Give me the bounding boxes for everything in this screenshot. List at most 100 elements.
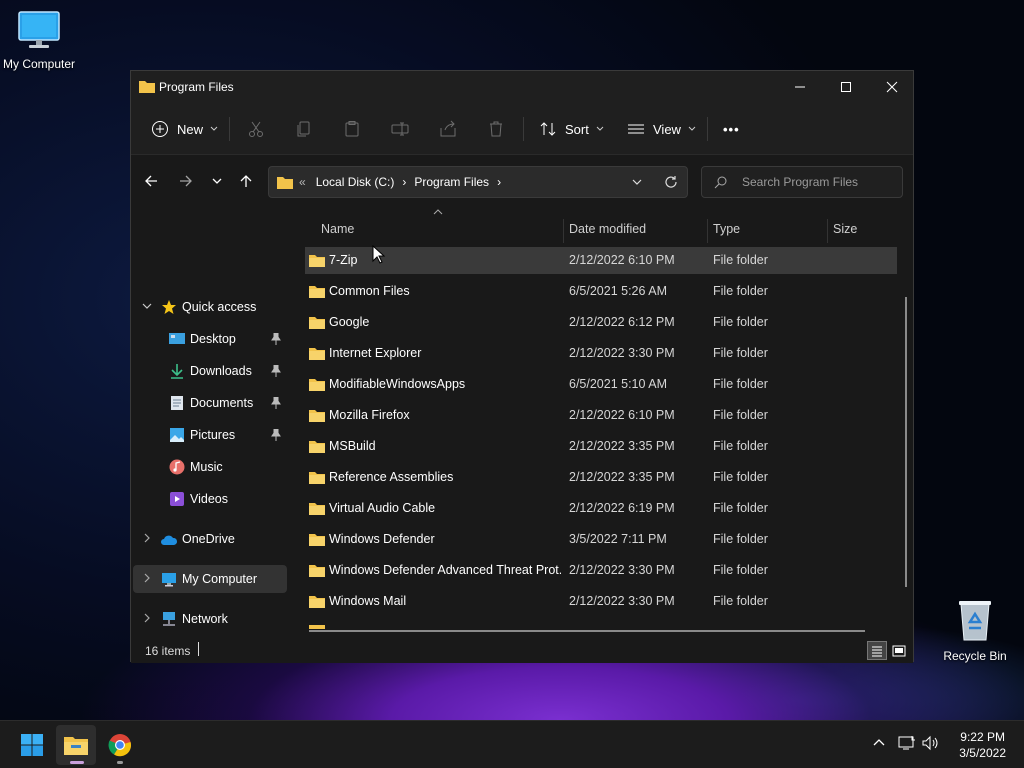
network-status-icon[interactable]	[898, 735, 916, 751]
column-header-size[interactable]: Size	[833, 215, 893, 243]
pin-icon[interactable]	[271, 365, 281, 377]
chevron-down-icon	[688, 126, 696, 131]
column-header-date[interactable]: Date modified	[569, 215, 709, 243]
status-bar: 16 items	[131, 637, 913, 663]
file-name: Google	[329, 315, 370, 329]
pin-icon[interactable]	[271, 397, 281, 409]
new-label: New	[177, 121, 204, 137]
file-row[interactable]: Internet Explorer 2/12/2022 3:30 PM File f…	[305, 340, 897, 367]
minimize-icon	[795, 86, 805, 88]
vertical-scrollbar[interactable]	[905, 297, 907, 587]
pin-icon[interactable]	[271, 429, 281, 441]
file-row[interactable]: Windows Defender 3/5/2022 7:11 PM File fol…	[305, 526, 897, 553]
file-row[interactable]: Virtual Audio Cable 2/12/2022 6:19 PM File…	[305, 495, 897, 522]
column-header-type[interactable]: Type	[713, 215, 823, 243]
nav-item-desktop[interactable]: Desktop	[133, 325, 287, 353]
folder-icon	[309, 472, 325, 484]
file-row[interactable]: Mozilla Firefox 2/12/2022 6:10 PM File fol…	[305, 402, 897, 429]
taskbar-chrome[interactable]	[100, 725, 140, 765]
copy-button[interactable]	[295, 113, 313, 145]
file-row[interactable]: Windows Mail 2/12/2022 3:30 PM File folder	[305, 588, 897, 615]
view-label: View	[653, 121, 681, 137]
start-icon	[21, 734, 43, 756]
minimize-button[interactable]	[777, 71, 823, 103]
onedrive-label: OneDrive	[182, 532, 235, 546]
nav-item-label: Downloads	[190, 364, 252, 378]
new-button[interactable]: New	[151, 113, 219, 145]
share-button[interactable]	[439, 113, 457, 145]
file-name: 7-Zip	[329, 253, 358, 267]
close-button[interactable]	[869, 71, 915, 103]
up-button[interactable]	[234, 169, 258, 193]
file-row[interactable]: Reference Assemblies 2/12/2022 3:35 PM Fil…	[305, 464, 897, 491]
file-row[interactable]: 7-Zip 2/12/2022 6:10 PM File folder	[305, 247, 897, 274]
file-type: File folder	[713, 532, 768, 546]
file-row[interactable]: Common Files 6/5/2021 5:26 AM File folder	[305, 278, 897, 305]
tiles-view-icon	[892, 645, 906, 656]
address-bar[interactable]: « Local Disk (C:) › Program Files ›	[268, 166, 688, 198]
nav-quick-access[interactable]: Quick access	[133, 293, 287, 321]
paste-button[interactable]	[343, 113, 361, 145]
nav-item-documents[interactable]: Documents	[133, 389, 287, 417]
recent-locations-button[interactable]	[205, 169, 229, 193]
title-bar[interactable]: Program Files	[131, 71, 913, 103]
active-app-indicator	[70, 761, 84, 764]
folder-icon	[309, 348, 325, 360]
clock[interactable]: 9:22 PM 3/5/2022	[959, 729, 1006, 761]
videos-icon	[170, 492, 184, 506]
see-more-button[interactable]: •••	[723, 113, 740, 145]
maximize-button[interactable]	[823, 71, 869, 103]
command-bar: New Sort View •••	[131, 103, 913, 155]
start-button[interactable]	[12, 725, 52, 765]
horizontal-scrollbar[interactable]	[309, 630, 865, 632]
pin-icon[interactable]	[271, 333, 281, 345]
taskbar-file-explorer[interactable]	[56, 725, 96, 765]
file-row[interactable]: Google 2/12/2022 6:12 PM File folder	[305, 309, 897, 336]
nav-item-music[interactable]: Music	[133, 453, 287, 481]
nav-my-computer[interactable]: My Computer	[133, 565, 287, 593]
nav-network[interactable]: Network	[133, 605, 287, 633]
documents-icon	[171, 396, 183, 410]
file-row[interactable]: MSBuild 2/12/2022 3:35 PM File folder	[305, 433, 897, 460]
file-row[interactable]: Windows Defender Advanced Threat Prot...…	[305, 557, 897, 584]
close-icon	[886, 81, 898, 93]
chevron-down-icon	[210, 126, 218, 131]
rename-button[interactable]	[391, 113, 409, 145]
breadcrumb-program-files[interactable]: Program Files	[414, 175, 489, 189]
chevron-down-icon	[142, 303, 152, 309]
refresh-icon[interactable]	[664, 175, 678, 189]
breadcrumb-overflow[interactable]: «	[299, 175, 306, 189]
back-button[interactable]	[139, 169, 163, 193]
folder-icon	[309, 255, 325, 267]
nav-item-downloads[interactable]: Downloads	[133, 357, 287, 385]
recycle-bin-desktop-icon[interactable]: Recycle Bin	[930, 598, 1020, 663]
nav-item-videos[interactable]: Videos	[133, 485, 287, 513]
tiles-view-button[interactable]	[889, 641, 909, 660]
my-computer-desktop-icon[interactable]: My Computer	[0, 10, 84, 71]
file-name: Windows Mail	[329, 594, 407, 608]
sort-button[interactable]: Sort	[539, 113, 605, 145]
paste-icon	[345, 121, 359, 137]
pictures-icon	[170, 428, 184, 442]
folder-icon	[309, 286, 325, 298]
search-box[interactable]: Search Program Files	[701, 166, 903, 198]
details-view-button[interactable]	[867, 641, 887, 660]
column-header-name[interactable]: Name	[321, 215, 561, 243]
volume-icon[interactable]	[922, 735, 940, 751]
breadcrumb-separator-icon: ›	[497, 175, 502, 189]
cut-button[interactable]	[247, 113, 265, 145]
folder-icon	[309, 379, 325, 391]
file-date: 2/12/2022 3:30 PM	[569, 346, 675, 360]
my-computer-label: My Computer	[2, 57, 76, 71]
view-button[interactable]: View	[627, 113, 697, 145]
chrome-icon	[108, 734, 132, 757]
file-row[interactable]: ModifiableWindowsApps 6/5/2021 5:10 AM Fil…	[305, 371, 897, 398]
breadcrumb-local-disk[interactable]: Local Disk (C:)	[316, 175, 395, 189]
forward-button[interactable]	[174, 169, 198, 193]
chevron-down-icon[interactable]	[631, 176, 643, 188]
nav-onedrive[interactable]: OneDrive	[133, 525, 287, 553]
delete-button[interactable]	[487, 113, 505, 145]
nav-item-pictures[interactable]: Pictures	[133, 421, 287, 449]
chevron-up-icon[interactable]	[872, 736, 886, 750]
file-type: File folder	[713, 594, 768, 608]
